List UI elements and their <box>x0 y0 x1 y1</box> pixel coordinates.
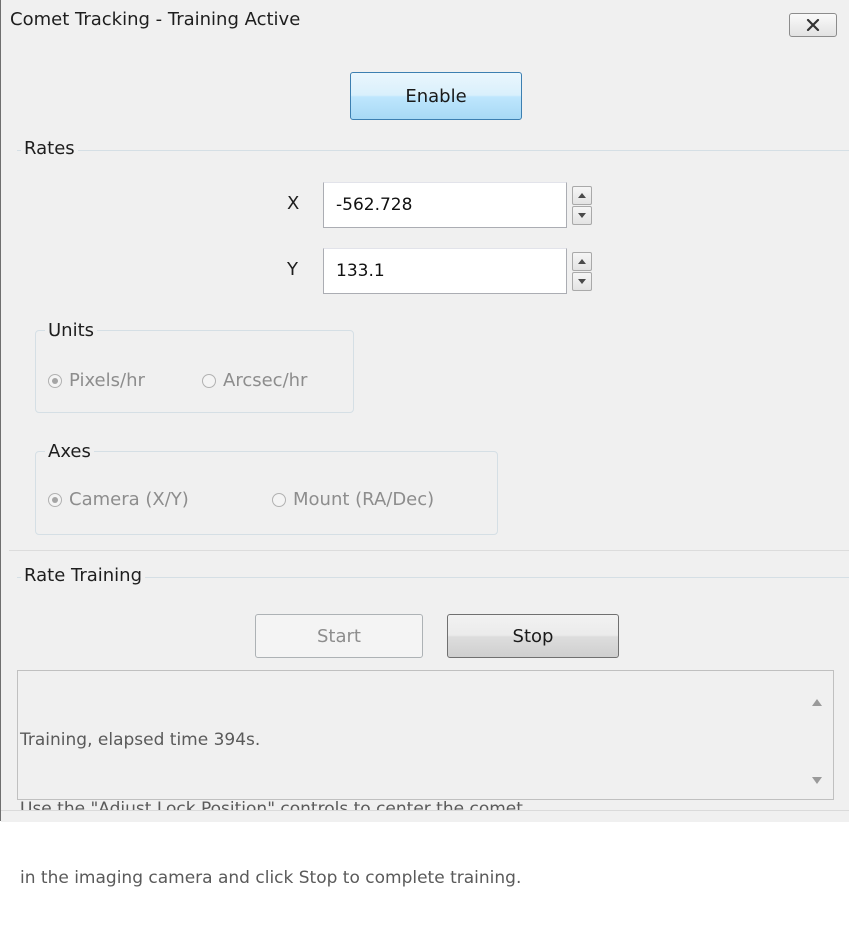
units-pixels-label: Pixels/hr <box>69 370 145 391</box>
spin-up-arrow-icon <box>578 259 586 264</box>
units-pixels-radio[interactable]: Pixels/hr <box>48 370 145 391</box>
spin-up-arrow-icon <box>578 193 586 198</box>
rate-x-spin-up-button[interactable] <box>572 186 592 205</box>
log-scrollbar[interactable] <box>802 671 833 799</box>
axes-camera-label: Camera (X/Y) <box>69 489 189 510</box>
rates-divider <box>17 150 849 151</box>
axes-camera-radio[interactable]: Camera (X/Y) <box>48 489 189 510</box>
rate-y-spin-down-button[interactable] <box>572 272 592 291</box>
units-arcsec-label: Arcsec/hr <box>223 370 308 391</box>
units-arcsec-radio[interactable]: Arcsec/hr <box>202 370 307 391</box>
rate-x-spinner <box>572 186 592 226</box>
radio-checked-icon <box>48 373 62 388</box>
comet-tracking-dialog: Comet Tracking - Training Active Enable … <box>0 0 849 888</box>
units-group-label: Units <box>45 320 98 341</box>
rate-y-spin-up-button[interactable] <box>572 252 592 271</box>
training-section-label: Rate Training <box>21 565 146 586</box>
spin-down-arrow-icon <box>578 213 586 218</box>
title-bar: Comet Tracking - Training Active <box>1 0 849 40</box>
window-bottom-edge <box>1 810 849 822</box>
training-divider <box>9 550 849 551</box>
radio-checked-icon <box>48 492 62 507</box>
rates-section-label: Rates <box>21 138 78 159</box>
log-line: in the imaging camera and click Stop to … <box>20 868 522 888</box>
enable-button[interactable]: Enable <box>350 72 522 120</box>
rate-x-label: X <box>287 193 300 214</box>
rate-y-spinner <box>572 252 592 292</box>
rate-y-label: Y <box>287 259 298 280</box>
close-icon <box>806 19 820 31</box>
scroll-down-arrow-icon[interactable] <box>812 777 822 784</box>
radio-unchecked-icon <box>202 373 216 388</box>
training-status-log[interactable]: Training, elapsed time 394s. Use the "Ad… <box>17 670 834 888</box>
scroll-up-arrow-icon[interactable] <box>812 699 822 706</box>
rate-x-input[interactable]: -562.728 <box>323 182 567 228</box>
rate-x-spin-down-button[interactable] <box>572 206 592 225</box>
spin-down-arrow-icon <box>578 279 586 284</box>
log-line: Training, elapsed time 394s. <box>20 730 261 750</box>
window-title: Comet Tracking - Training Active <box>10 9 301 30</box>
axes-group-label: Axes <box>45 441 94 462</box>
rate-y-input[interactable]: 133.1 <box>323 248 567 294</box>
start-button[interactable]: Start <box>255 614 423 658</box>
stop-button[interactable]: Stop <box>447 614 619 658</box>
radio-unchecked-icon <box>272 492 286 507</box>
axes-mount-label: Mount (RA/Dec) <box>293 489 435 510</box>
close-button[interactable] <box>789 13 837 37</box>
axes-mount-radio[interactable]: Mount (RA/Dec) <box>272 489 434 510</box>
